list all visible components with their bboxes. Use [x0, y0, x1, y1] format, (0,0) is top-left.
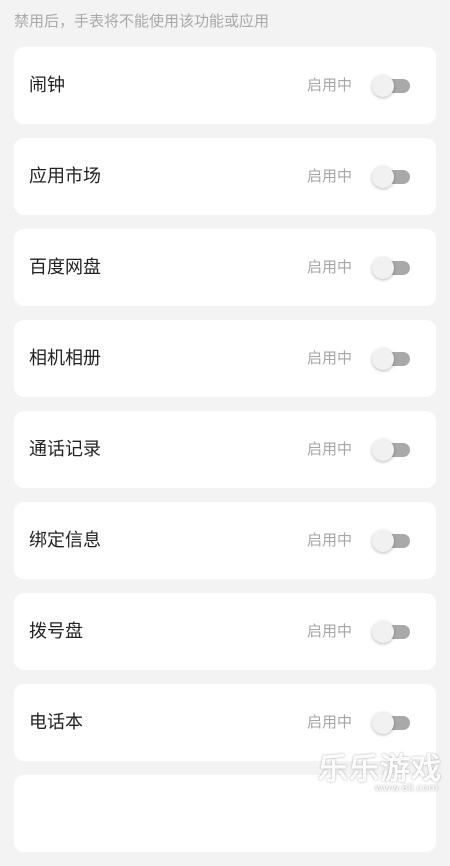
list-item-call-log: 通话记录 启用中: [14, 411, 436, 488]
toggle-knob: [372, 712, 394, 734]
toggle-switch[interactable]: [372, 75, 410, 97]
watermark: 乐乐游戏 www.6ll.com: [312, 744, 442, 794]
item-status: 启用中: [306, 258, 352, 276]
toggle-knob: [372, 166, 394, 188]
toggle-switch[interactable]: [372, 712, 410, 734]
toggle-knob: [372, 439, 394, 461]
item-status: 启用中: [306, 440, 352, 458]
item-status: 启用中: [306, 76, 352, 94]
item-name: 相机相册: [29, 348, 101, 369]
list-item-dialpad: 拨号盘 启用中: [14, 593, 436, 670]
item-name: 绑定信息: [29, 530, 101, 551]
toggle-switch[interactable]: [372, 348, 410, 370]
list-item-alarm: 闹钟 启用中: [14, 47, 436, 124]
toggle-knob: [372, 257, 394, 279]
list-item-binding-info: 绑定信息 启用中: [14, 502, 436, 579]
item-name: 电话本: [29, 712, 83, 733]
item-name: 闹钟: [29, 75, 65, 96]
toggle-switch[interactable]: [372, 621, 410, 643]
item-name: 应用市场: [29, 166, 101, 187]
toggle-switch[interactable]: [372, 257, 410, 279]
disable-hint: 禁用后，手表将不能使用该功能或应用: [14, 12, 270, 30]
item-name: 拨号盘: [29, 621, 83, 642]
toggle-knob: [372, 75, 394, 97]
toggle-switch[interactable]: [372, 166, 410, 188]
toggle-knob: [372, 621, 394, 643]
watermark-brand: 乐乐游戏: [318, 752, 442, 787]
toggle-knob: [372, 348, 394, 370]
toggle-switch[interactable]: [372, 530, 410, 552]
list-item-app-market: 应用市场 启用中: [14, 138, 436, 215]
item-status: 启用中: [306, 531, 352, 549]
item-name: 通话记录: [29, 439, 101, 460]
toggle-switch[interactable]: [372, 439, 410, 461]
list-item-baidu-netdisk: 百度网盘 启用中: [14, 229, 436, 306]
item-status: 启用中: [306, 167, 352, 185]
watermark-url: www.6ll.com: [374, 783, 438, 794]
item-name: 百度网盘: [29, 257, 101, 278]
item-status: 启用中: [306, 622, 352, 640]
item-status: 启用中: [306, 349, 352, 367]
toggle-knob: [372, 530, 394, 552]
list-item-camera-album: 相机相册 启用中: [14, 320, 436, 397]
